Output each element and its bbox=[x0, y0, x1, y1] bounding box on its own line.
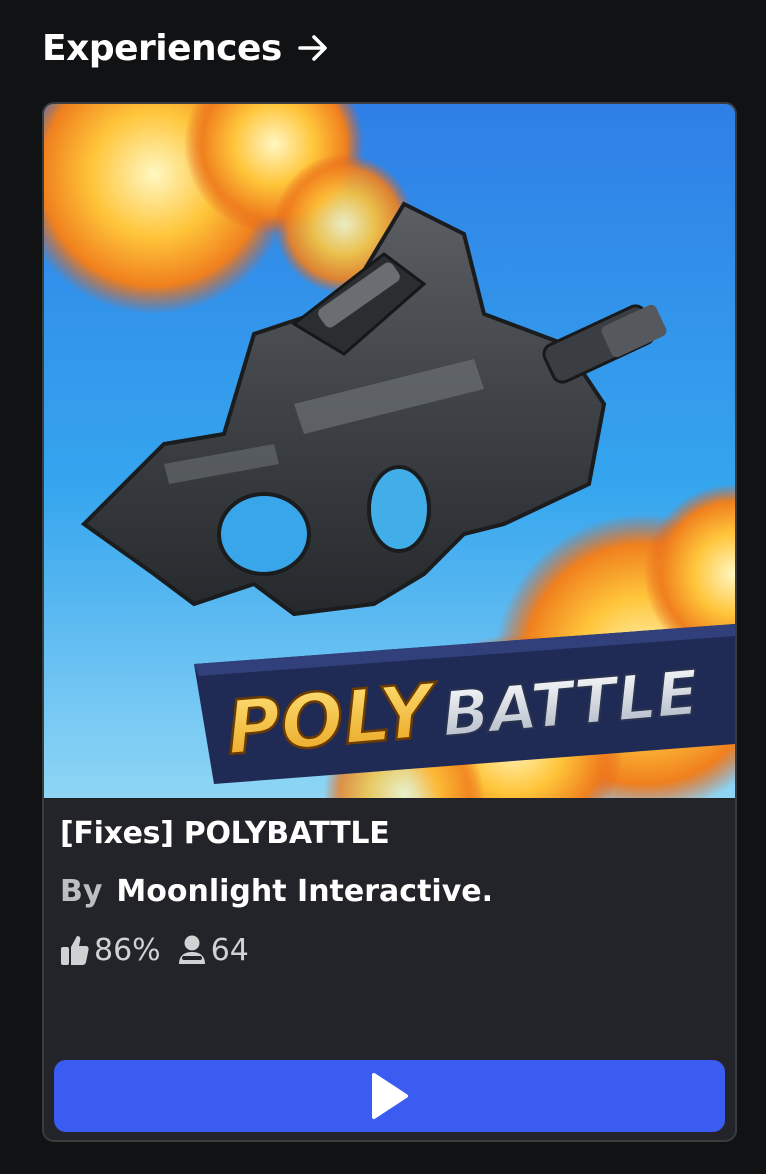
arrow-right-icon bbox=[298, 35, 327, 61]
experiences-header-link[interactable]: Experiences bbox=[42, 24, 330, 72]
stats-row: 86% 64 bbox=[60, 930, 249, 970]
thumbnail-art: POLY BATTLE bbox=[44, 104, 735, 798]
play-button[interactable] bbox=[54, 1060, 725, 1132]
player-count-value: 64 bbox=[210, 932, 249, 968]
thumbs-up-icon bbox=[61, 936, 89, 965]
creator-name-link[interactable]: Moonlight Interactive. bbox=[116, 874, 493, 909]
game-thumbnail[interactable]: POLY BATTLE bbox=[44, 104, 735, 798]
creator-row: By Moonlight Interactive. bbox=[60, 874, 493, 909]
rating-value: 86% bbox=[94, 932, 161, 968]
player-count-icon bbox=[178, 935, 205, 964]
play-icon bbox=[371, 1073, 408, 1119]
section-title: Experiences bbox=[42, 27, 282, 69]
game-title: [Fixes] POLYBATTLE bbox=[60, 816, 390, 851]
experience-card[interactable]: POLY BATTLE [Fixes] POLYBATTLE By Moonli… bbox=[42, 102, 737, 1142]
creator-by-label: By bbox=[60, 874, 103, 909]
